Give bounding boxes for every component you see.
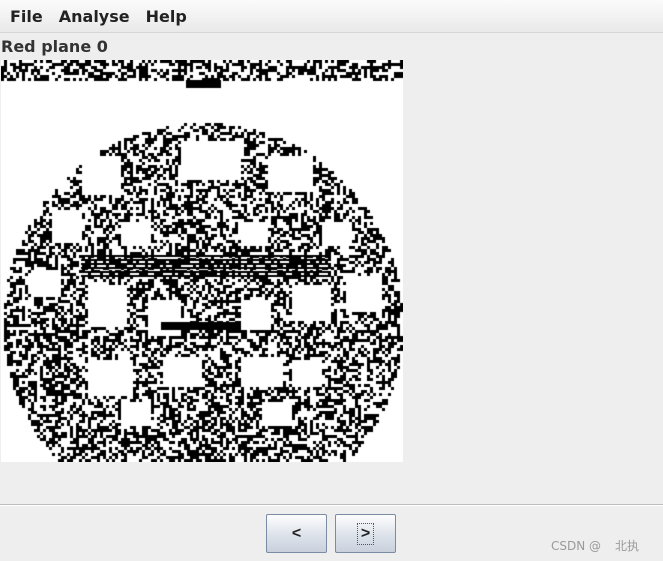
previous-plane-button[interactable]: < bbox=[266, 514, 327, 553]
button-bar-separator bbox=[0, 504, 663, 506]
plane-title: Red plane 0 bbox=[1, 37, 108, 56]
menu-bar: File Analyse Help bbox=[0, 0, 663, 33]
bit-plane-canvas bbox=[1, 60, 403, 462]
menu-file[interactable]: File bbox=[2, 0, 51, 33]
next-plane-label: > bbox=[356, 522, 375, 545]
watermark-site: CSDN @ bbox=[551, 539, 602, 553]
next-plane-button[interactable]: > bbox=[335, 514, 396, 553]
watermark: CSDN @ 北执 bbox=[551, 537, 639, 554]
menu-help[interactable]: Help bbox=[138, 0, 195, 33]
watermark-author: 北执 bbox=[615, 539, 640, 553]
stegsolve-window: File Analyse Help Red plane 0 < > CSDN @… bbox=[0, 0, 663, 561]
previous-plane-label: < bbox=[291, 524, 302, 542]
menu-analyse[interactable]: Analyse bbox=[51, 0, 138, 33]
bit-plane-image bbox=[1, 60, 403, 462]
